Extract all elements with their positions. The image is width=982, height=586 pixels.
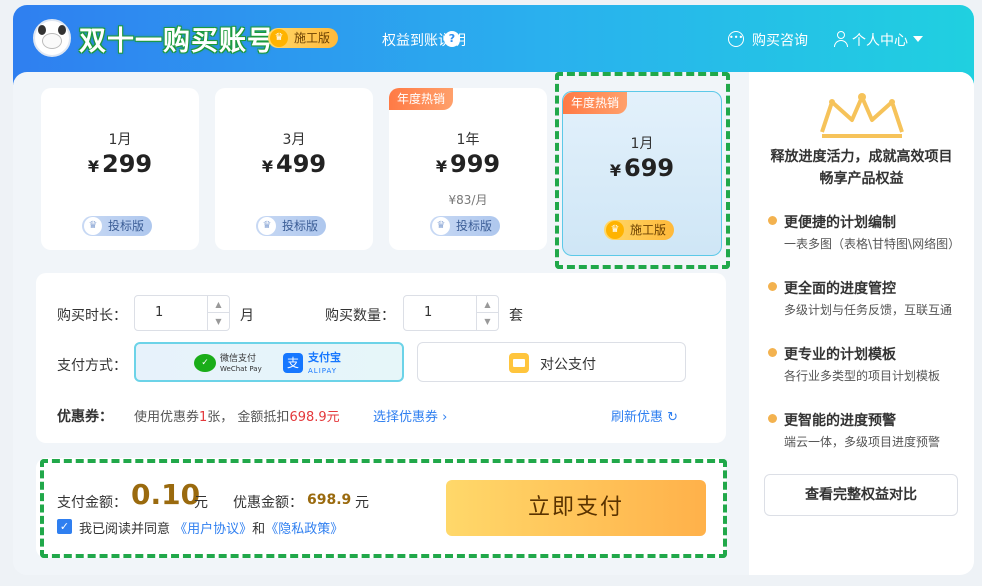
wechat-icon: ✓: [194, 354, 216, 372]
chevron-up-icon[interactable]: ▲: [477, 296, 498, 313]
consult-link[interactable]: 购买咨询: [752, 30, 808, 50]
quantity-label: 购买数量：: [325, 308, 395, 324]
crown-icon: ♛: [84, 217, 102, 235]
duration-value: 1: [155, 305, 164, 320]
crown-icon: ♛: [258, 217, 276, 235]
feature-desc: 一表多图（表格\甘特图\网络图）: [784, 237, 961, 251]
feature-title: 更专业的计划模板: [784, 347, 896, 363]
caret-down-icon[interactable]: [913, 36, 923, 42]
help-icon[interactable]: ?: [444, 31, 460, 47]
compare-benefits-button[interactable]: 查看完整权益对比: [764, 474, 958, 516]
select-coupon-link[interactable]: 选择优惠券 ›: [373, 406, 447, 425]
plan-price: ¥499: [261, 150, 327, 178]
payment-label: 支付方式：: [57, 358, 127, 374]
bullet-icon: [768, 414, 777, 423]
feature-title: 更智能的进度预警: [784, 413, 896, 429]
page-title: 双十一购买账号: [79, 26, 275, 57]
plan-price: ¥999: [435, 150, 501, 178]
highlight-selected-plan: [555, 72, 730, 269]
coupon-summary: 使用优惠券1张， 金额抵扣698.9元: [134, 410, 340, 425]
chat-icon[interactable]: •••: [728, 31, 744, 47]
feature-title: 更全面的进度管控: [784, 281, 896, 297]
plan-card-3[interactable]: 年度热销 1年 ¥999 ¥83/月 ♛ 投标版: [389, 88, 547, 250]
plan-price: ¥299: [87, 150, 153, 178]
crown-icon: ♛: [432, 217, 450, 235]
bullet-icon: [768, 348, 777, 357]
quantity-value: 1: [424, 305, 433, 320]
corporate-pay-option[interactable]: 对公支付: [417, 342, 686, 382]
duration-stepper[interactable]: 1 ▲ ▼: [134, 295, 230, 331]
highlight-payment-bar: [40, 459, 727, 558]
quantity-stepper[interactable]: 1 ▲ ▼: [403, 295, 499, 331]
quantity-unit: 套: [509, 308, 523, 324]
user-icon[interactable]: [834, 31, 848, 47]
bullet-icon: [768, 282, 777, 291]
plan-card-1[interactable]: 1月 ¥299 ♛ 投标版: [41, 88, 199, 250]
feature-title: 更便捷的计划编制: [784, 215, 896, 231]
feature-desc: 端云一体，多级项目进度预警: [784, 435, 941, 449]
benefits-title: 释放进度活力，成就高效项目: [770, 149, 953, 165]
cow-avatar-icon: [33, 19, 71, 57]
user-center-menu[interactable]: 个人中心: [852, 30, 908, 50]
edition-badge: ♛ 投标版: [256, 216, 327, 236]
alipay-icon: 支: [283, 353, 303, 373]
alipay-label: 支付宝 ALIPAY: [308, 351, 341, 376]
edition-badge-label: 施工版: [294, 31, 331, 45]
refresh-discount-link[interactable]: 刷新优惠 ↻: [611, 406, 678, 425]
crown-illustration-icon: [820, 93, 904, 138]
edition-badge: ♛ 投标版: [430, 216, 501, 236]
duration-unit: 月: [240, 308, 254, 324]
plan-card-2[interactable]: 3月 ¥499 ♛ 投标版: [215, 88, 373, 250]
plan-duration: 3月: [282, 132, 306, 148]
chevron-down-icon[interactable]: ▼: [477, 313, 498, 330]
bullet-icon: [768, 216, 777, 225]
coupon-label: 优惠券：: [57, 409, 113, 425]
wallet-icon: [509, 353, 529, 373]
benefits-subtitle: 畅享产品权益: [819, 171, 904, 187]
plan-duration: 1月: [108, 132, 132, 148]
edition-badge: ♛ 投标版: [82, 216, 153, 236]
chevron-down-icon[interactable]: ▼: [208, 313, 229, 330]
hot-sale-badge: 年度热销: [389, 88, 454, 110]
wechat-label: 微信支付 WeChat Pay: [220, 354, 262, 373]
corporate-pay-label: 对公支付: [540, 357, 596, 373]
plan-duration: 1年: [456, 132, 480, 148]
feature-desc: 各行业多类型的项目计划模板: [784, 369, 941, 383]
duration-label: 购买时长：: [57, 308, 127, 324]
crown-icon: ♛: [270, 29, 288, 47]
wechat-alipay-option[interactable]: ✓ 微信支付 WeChat Pay 支 支付宝 ALIPAY: [134, 342, 404, 382]
plan-per-month: ¥83/月: [448, 193, 488, 207]
edition-badge: ♛ 施工版: [268, 28, 339, 48]
chevron-up-icon[interactable]: ▲: [208, 296, 229, 313]
feature-desc: 多级计划与任务反馈，互联互通: [784, 303, 953, 317]
